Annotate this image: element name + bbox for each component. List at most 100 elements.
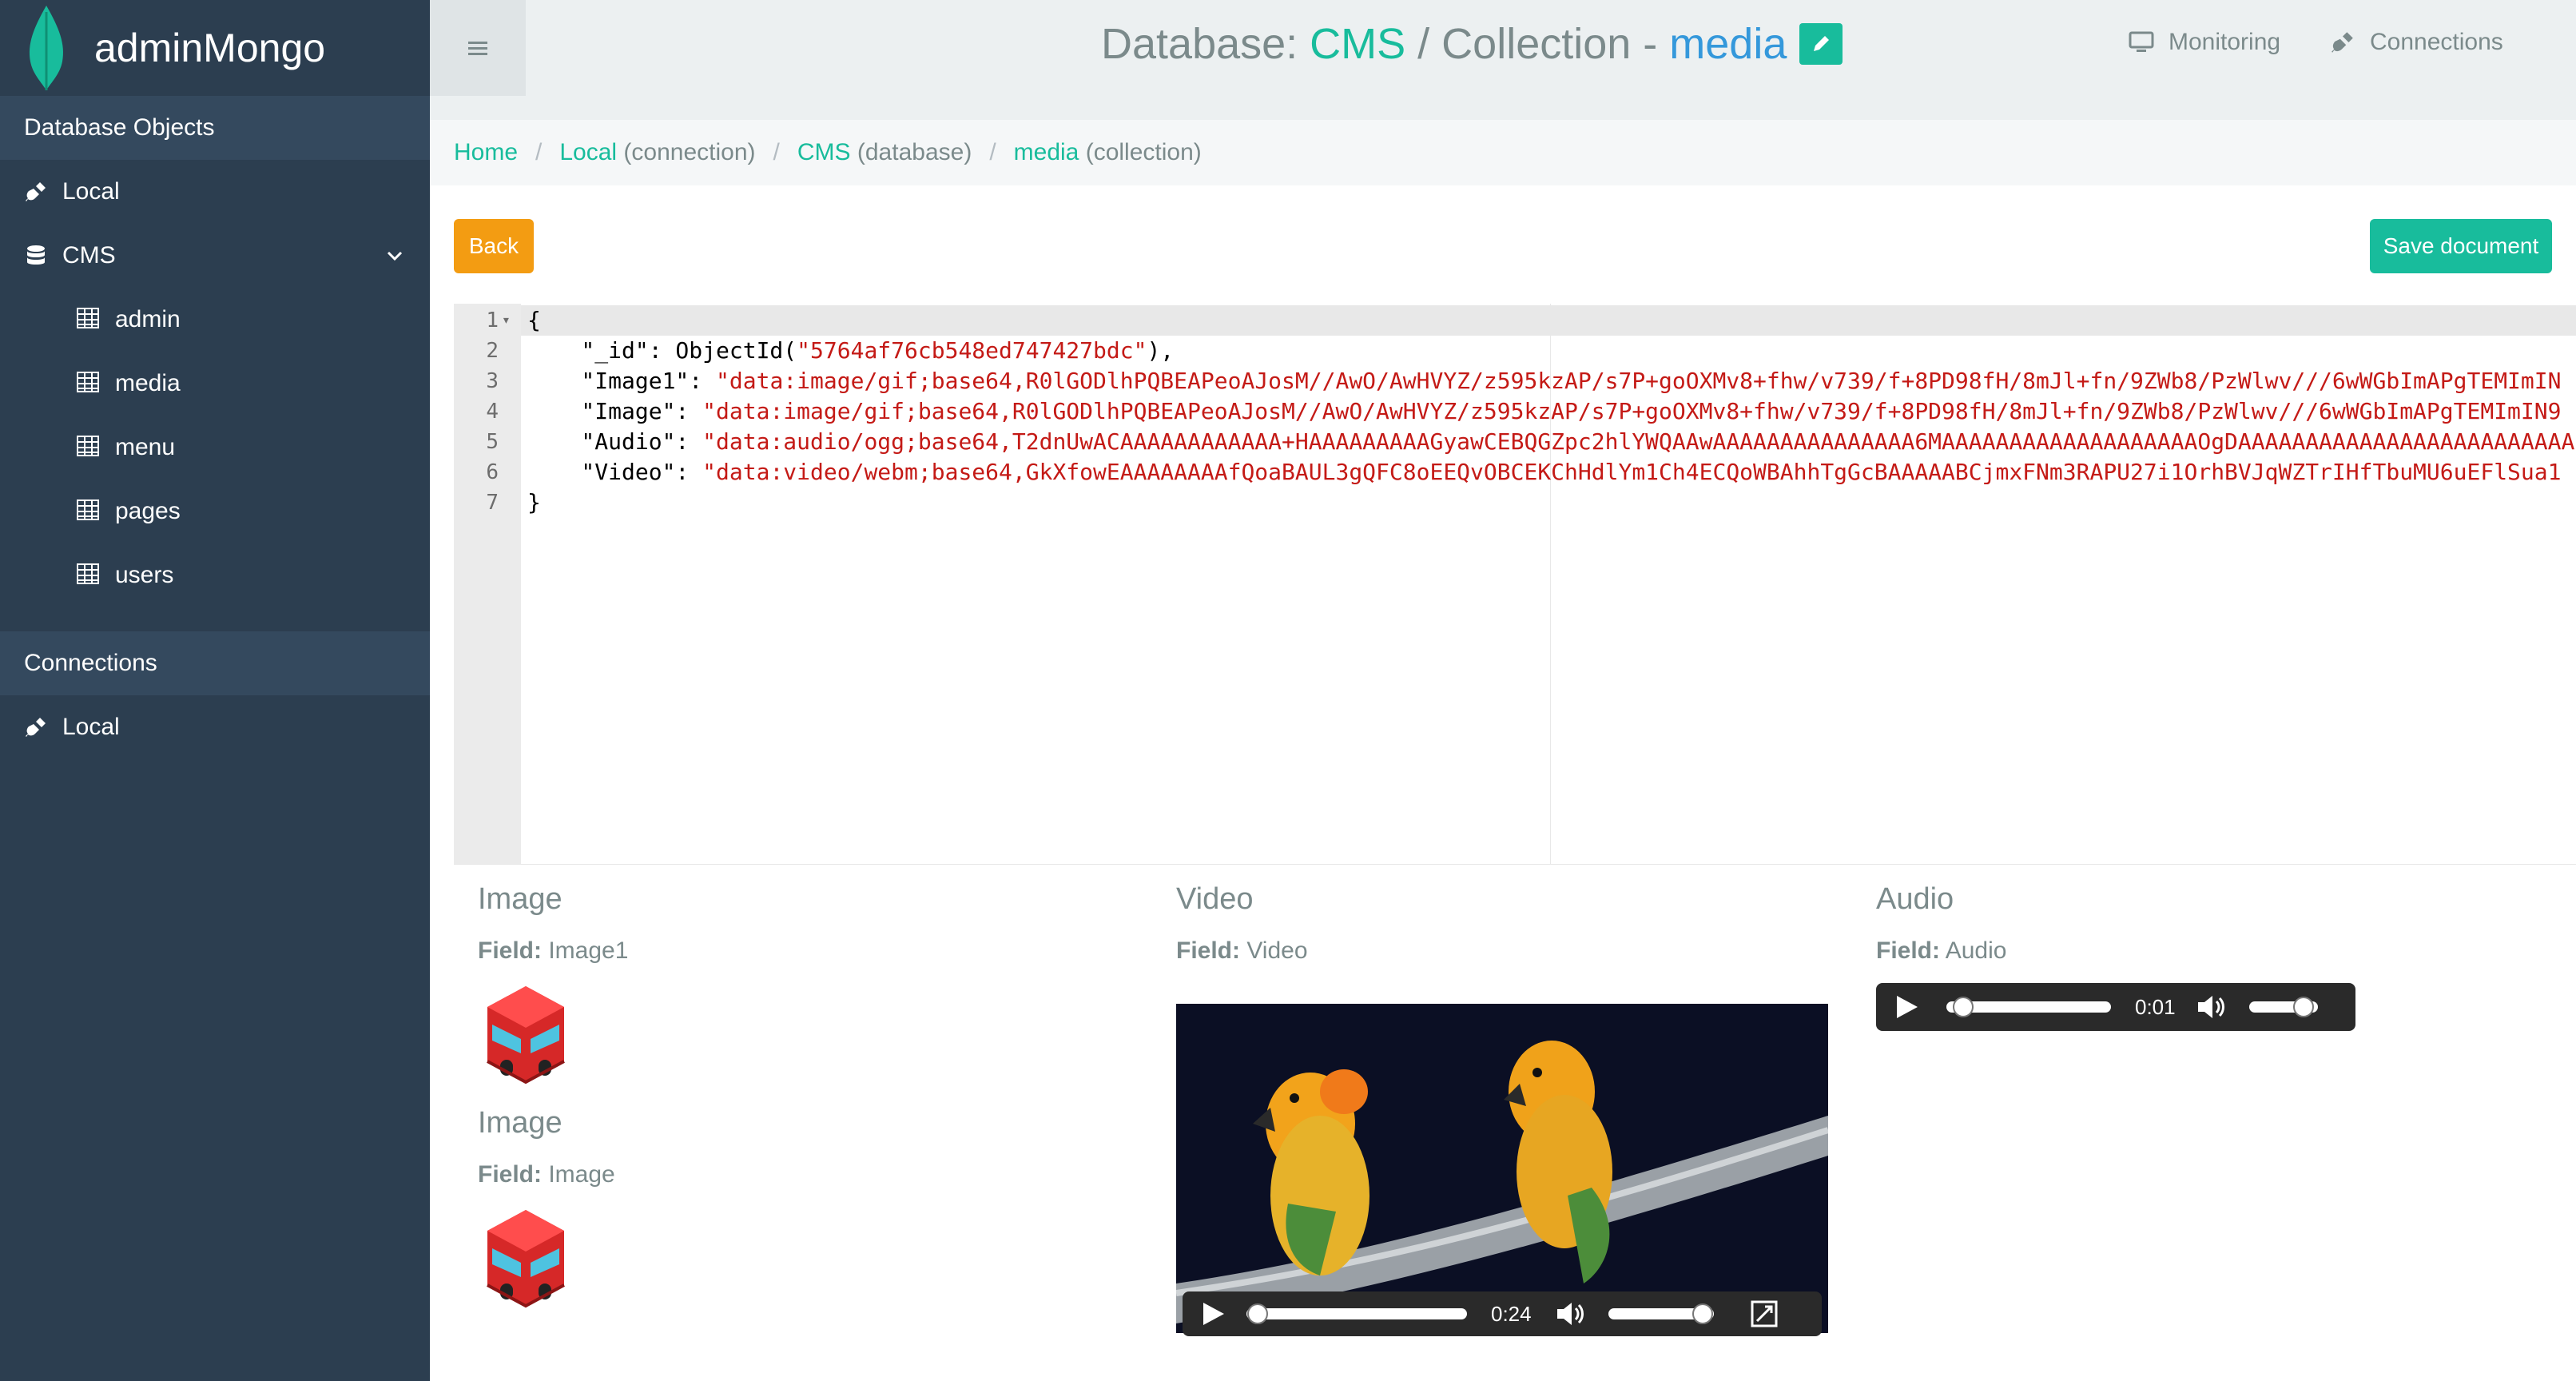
media-field: Field: Audio [1876, 937, 2007, 964]
connections-header: Connections [0, 631, 430, 695]
bus-icon [487, 1210, 565, 1308]
sidebar-item-label: pages [115, 498, 181, 524]
json-value: "data:image/gif;base64,R0lGODlhPQBEAPeoA… [702, 398, 2562, 424]
editor-line[interactable]: 5 "Audio": "data:audio/ogg;base64,T2dnUw… [454, 427, 2576, 457]
nav-monitoring[interactable]: Monitoring [2129, 29, 2280, 56]
sidebar-item-label: media [115, 370, 181, 396]
sidebar-item-collection-menu[interactable]: menu [0, 416, 430, 480]
video-volume-handle[interactable] [1692, 1303, 1714, 1324]
sidebar-item-connection-local[interactable]: Local [0, 695, 430, 759]
media-field: Field: Video [1176, 937, 1308, 964]
menu-toggle-button[interactable] [430, 0, 526, 96]
table-icon [77, 563, 101, 587]
play-icon[interactable] [1895, 994, 1919, 1020]
title-collection[interactable]: media [1669, 19, 1787, 69]
sidebar-item-label: Local [62, 714, 120, 740]
fullscreen-icon[interactable] [1751, 1300, 1778, 1327]
media-title: Audio [1876, 882, 1954, 916]
breadcrumb-suffix: (connection) [617, 139, 756, 165]
brand[interactable]: adminMongo [0, 0, 430, 96]
json-value: "data:audio/ogg;base64,T2dnUwACAAAAAAAAA… [702, 428, 2575, 455]
parrots-video-frame [1176, 1004, 1828, 1333]
json-value: "5764af76cb548ed747427bdc" [797, 337, 1147, 364]
volume-icon[interactable] [2196, 993, 2228, 1021]
json-key: "Audio": [527, 428, 703, 455]
play-icon[interactable] [1202, 1301, 1226, 1327]
breadcrumb-database[interactable]: CMS [797, 139, 851, 166]
image-preview-2: Image Field: Image [478, 1106, 1037, 1188]
page-title: Database: CMS / Collection - media [1101, 19, 1843, 69]
sidebar-item-database-cms[interactable]: CMS [0, 224, 430, 288]
database-objects-header: Database Objects [0, 96, 430, 160]
editor-line[interactable]: 6 "Video": "data:video/webm;base64,GkXfo… [454, 457, 2576, 488]
image-preview-1: Image Field: Image1 [478, 882, 1037, 965]
video-seek-handle[interactable] [1246, 1303, 1268, 1324]
editor-line[interactable]: 7} [454, 488, 2576, 518]
editor-line[interactable]: 4 "Image": "data:image/gif;base64,R0lGOD… [454, 396, 2576, 427]
save-document-button[interactable]: Save document [2370, 219, 2552, 273]
sidebar: adminMongo Database Objects Local CMS ad… [0, 0, 430, 1381]
audio-volume-handle[interactable] [2293, 997, 2315, 1017]
breadcrumb-home[interactable]: Home [454, 139, 518, 166]
audio-seek-bar[interactable] [1946, 997, 2111, 1017]
back-button[interactable]: Back [454, 219, 534, 273]
audio-player[interactable]: 0:01 [1876, 983, 2355, 1031]
audio-preview: Audio Field: Audio [1876, 882, 2387, 965]
breadcrumb-connection[interactable]: Local [559, 139, 617, 166]
title-prefix: Database: [1101, 20, 1310, 68]
video-seek-bar[interactable] [1246, 1303, 1467, 1324]
monitor-icon [2129, 31, 2154, 52]
json-editor[interactable]: 1 ▾ {2 "_id": ObjectId("5764af76cb548ed747… [454, 304, 2576, 865]
video-controls: 0:24 [1183, 1291, 1822, 1336]
sidebar-item-collection-media[interactable]: media [0, 352, 430, 416]
media-field: Field: Image1 [478, 937, 629, 964]
sidebar-item-label: admin [115, 306, 181, 332]
line-number: 7 [486, 491, 499, 515]
chevron-down-icon[interactable] [384, 245, 406, 267]
media-title: Video [1176, 882, 1254, 916]
sidebar-item-collection-admin[interactable]: admin [0, 288, 430, 352]
table-icon [77, 499, 101, 523]
line-number: 1 [486, 308, 499, 332]
video-player[interactable] [1176, 1004, 1828, 1333]
sidebar-item-label: CMS [62, 242, 116, 269]
sidebar-item-collection-users[interactable]: users [0, 543, 430, 607]
editor-line[interactable]: 3 "Image1": "data:image/gif;base64,R0lGO… [454, 366, 2576, 396]
json-key: "Video": [527, 459, 703, 485]
media-title: Image [478, 1106, 563, 1140]
sidebar-item-local-connection[interactable]: Local [0, 160, 430, 224]
audio-volume-slider[interactable] [2248, 997, 2318, 1017]
audio-seek-handle[interactable] [1952, 997, 1974, 1017]
editor-line[interactable]: 1 ▾ { [454, 305, 2576, 336]
line-number: 2 [486, 339, 499, 363]
sidebar-item-label: menu [115, 434, 176, 460]
pencil-icon [1814, 36, 1830, 51]
nav-connections-label: Connections [2370, 29, 2503, 55]
json-value: { [527, 307, 541, 333]
table-icon [77, 436, 101, 460]
video-volume-slider[interactable] [1608, 1303, 1714, 1324]
table-icon [77, 372, 101, 396]
video-time: 0:24 [1491, 1301, 1532, 1326]
breadcrumb-collection[interactable]: media [1014, 139, 1079, 166]
fold-toggle-icon[interactable]: ▾ [502, 305, 511, 336]
plug-icon [24, 715, 48, 739]
media-title: Image [478, 882, 563, 916]
line-number: 3 [486, 369, 499, 393]
nav-connections[interactable]: Connections [2330, 29, 2503, 56]
sidebar-item-label: Local [62, 178, 120, 205]
media-field: Field: Image [478, 1161, 615, 1188]
json-value: "data:image/gif;base64,R0lGODlhPQBEAPeoA… [716, 368, 2562, 394]
audio-time: 0:01 [2135, 994, 2176, 1019]
volume-icon[interactable] [1556, 1300, 1588, 1327]
edit-collection-button[interactable] [1799, 23, 1843, 65]
editor-line[interactable]: 2 "_id": ObjectId("5764af76cb548ed747427… [454, 336, 2576, 366]
sidebar-item-collection-pages[interactable]: pages [0, 480, 430, 543]
breadcrumb-suffix: (collection) [1079, 139, 1202, 165]
breadcrumb: Home / Local (connection) / CMS (databas… [430, 120, 2576, 185]
breadcrumb-suffix: (database) [850, 139, 972, 165]
title-database[interactable]: CMS [1310, 19, 1405, 69]
plug-icon [24, 180, 48, 204]
json-key: "Image1": [527, 368, 717, 394]
bus-icon [487, 986, 565, 1085]
